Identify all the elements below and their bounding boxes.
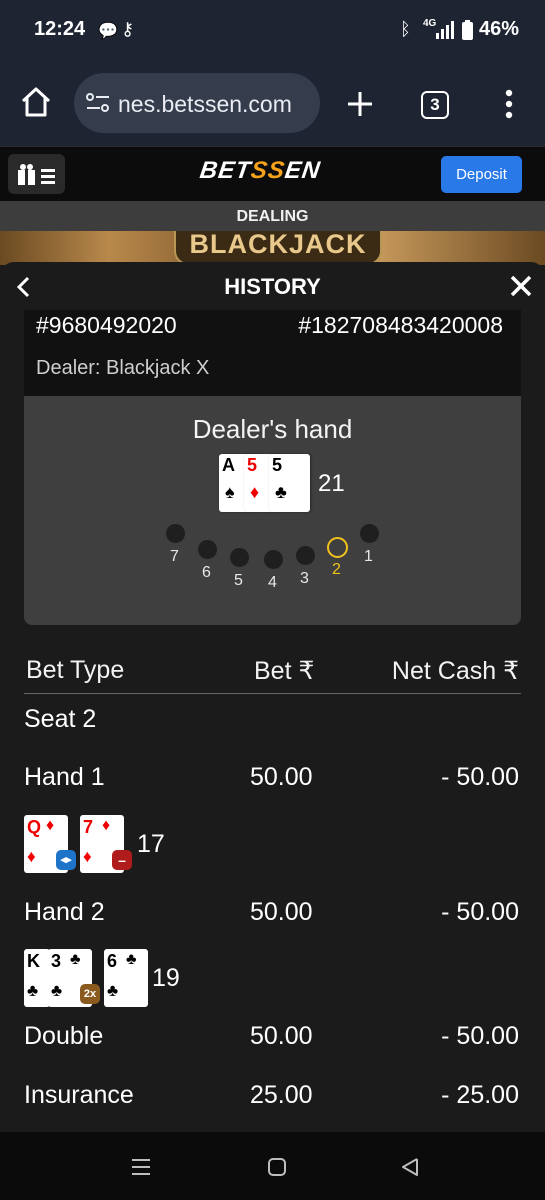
browser-toolbar: nes.betssen.com 3 xyxy=(0,60,545,146)
gift-menu-icon xyxy=(18,164,55,185)
active-seat-number: 2 xyxy=(332,561,341,578)
bet-type: Double xyxy=(24,1022,104,1050)
clock: 12:24 xyxy=(34,18,86,40)
history-header: HISTORY xyxy=(0,262,545,310)
menu-button[interactable] xyxy=(8,154,65,194)
site-logo[interactable]: BETSSEN xyxy=(198,157,322,185)
logo-accent: SS xyxy=(249,157,287,184)
col-bet-type: Bet Type xyxy=(26,656,125,684)
seat-marker xyxy=(360,524,379,543)
net-cash: - 50.00 xyxy=(441,763,519,791)
seat-marker xyxy=(230,548,249,567)
back-arrow-icon[interactable] xyxy=(16,276,32,298)
hand-total: 19 xyxy=(152,964,180,992)
round-id: #9680492020 xyxy=(36,312,177,338)
home-icon[interactable] xyxy=(20,86,52,118)
bet-type: Insurance xyxy=(24,1081,134,1109)
history-title: HISTORY xyxy=(224,274,321,299)
seat-number: 3 xyxy=(300,570,309,587)
stand-icon: – xyxy=(112,850,132,870)
back-nav-icon[interactable] xyxy=(401,1157,419,1177)
close-icon[interactable] xyxy=(510,275,532,297)
url-text[interactable]: nes.betssen.com xyxy=(118,91,314,118)
bet-type: Hand 2 xyxy=(24,898,105,926)
active-seat-marker xyxy=(327,537,348,558)
player-card: K ♣ xyxy=(24,949,50,1007)
key-icon: ⚷ xyxy=(121,19,135,39)
player-card: 6 ♣ ♣ xyxy=(104,949,148,1007)
seat-number: 1 xyxy=(364,548,373,565)
seat-number: 7 xyxy=(170,548,179,565)
net-cash: - 50.00 xyxy=(441,1022,519,1050)
dealer-hand-title: Dealer's hand xyxy=(192,414,353,444)
tab-switcher-button[interactable]: 3 xyxy=(421,91,449,119)
seat-label: Seat 2 xyxy=(24,705,97,733)
net-cash: - 50.00 xyxy=(441,898,519,926)
seat-marker xyxy=(166,524,185,543)
game-id: #182708483420008 xyxy=(298,312,503,338)
recent-apps-icon[interactable] xyxy=(131,1158,151,1176)
game-banner: BLACKJACK xyxy=(0,231,545,265)
logo-suffix: EN xyxy=(283,157,323,184)
chat-icon: 💬 xyxy=(98,23,118,40)
seat-number: 4 xyxy=(268,574,277,591)
net-cash: - 25.00 xyxy=(441,1081,519,1109)
table-row-double: Double 50.00 - 50.00 xyxy=(24,1022,521,1051)
col-net-cash: Net Cash ₹ xyxy=(391,657,519,685)
site-settings-icon[interactable] xyxy=(86,92,110,114)
bet-amount: 50.00 xyxy=(250,1022,313,1050)
network-type-label: 4G xyxy=(423,18,437,29)
more-menu-icon[interactable] xyxy=(504,88,514,120)
dealer-hand-total: 21 xyxy=(318,470,345,497)
seat-number: 6 xyxy=(202,564,211,581)
table-row-insurance: Insurance 25.00 - 25.00 xyxy=(24,1081,521,1110)
logo-prefix: BET xyxy=(198,157,253,184)
bet-table-header: Bet Type Bet ₹ Net Cash ₹ xyxy=(24,654,521,694)
signal-icon xyxy=(436,21,454,39)
split-icon: ◂▸ xyxy=(56,850,76,870)
history-panel: HISTORY #9680492020 #182708483420008 Dea… xyxy=(0,262,545,1132)
deposit-button[interactable]: Deposit xyxy=(441,156,522,193)
status-bar: 12:24 💬 ⚷ ᛒ 4G 46% xyxy=(0,0,545,60)
bet-amount: 50.00 xyxy=(250,898,313,926)
site-header: BETSSEN Deposit xyxy=(0,146,545,201)
bet-amount: 50.00 xyxy=(250,763,313,791)
hand-total: 17 xyxy=(137,830,165,858)
system-nav-bar xyxy=(0,1132,545,1200)
seat-number: 5 xyxy=(234,572,243,589)
bet-amount: 25.00 xyxy=(250,1081,313,1109)
new-tab-icon[interactable] xyxy=(346,90,374,118)
table-row-hand2: Hand 2 50.00 - 50.00 xyxy=(24,898,521,927)
bluetooth-icon: ᛒ xyxy=(400,19,411,39)
dealer-name: Dealer: Blackjack X xyxy=(36,357,210,379)
game-title: BLACKJACK xyxy=(174,231,382,265)
col-bet: Bet ₹ xyxy=(254,657,315,685)
seat-marker xyxy=(198,540,217,559)
table-row-hand1: Hand 1 50.00 - 50.00 xyxy=(24,763,521,792)
home-nav-icon[interactable] xyxy=(267,1157,287,1177)
dealer-hand-panel: Dealer's hand A ♠ 5 ♦ 5 ♣ 21 7 6 5 4 3 2… xyxy=(24,396,521,625)
bet-type: Hand 1 xyxy=(24,763,105,791)
dealer-card: 5 ♣ xyxy=(269,454,310,512)
round-info: #9680492020 #182708483420008 Dealer: Bla… xyxy=(24,310,521,396)
battery-icon xyxy=(462,20,473,40)
battery-level: 46% xyxy=(478,18,519,40)
double-down-icon: 2x xyxy=(80,984,100,1004)
game-status: DEALING xyxy=(0,201,545,231)
seat-marker xyxy=(296,546,315,565)
seat-marker xyxy=(264,550,283,569)
